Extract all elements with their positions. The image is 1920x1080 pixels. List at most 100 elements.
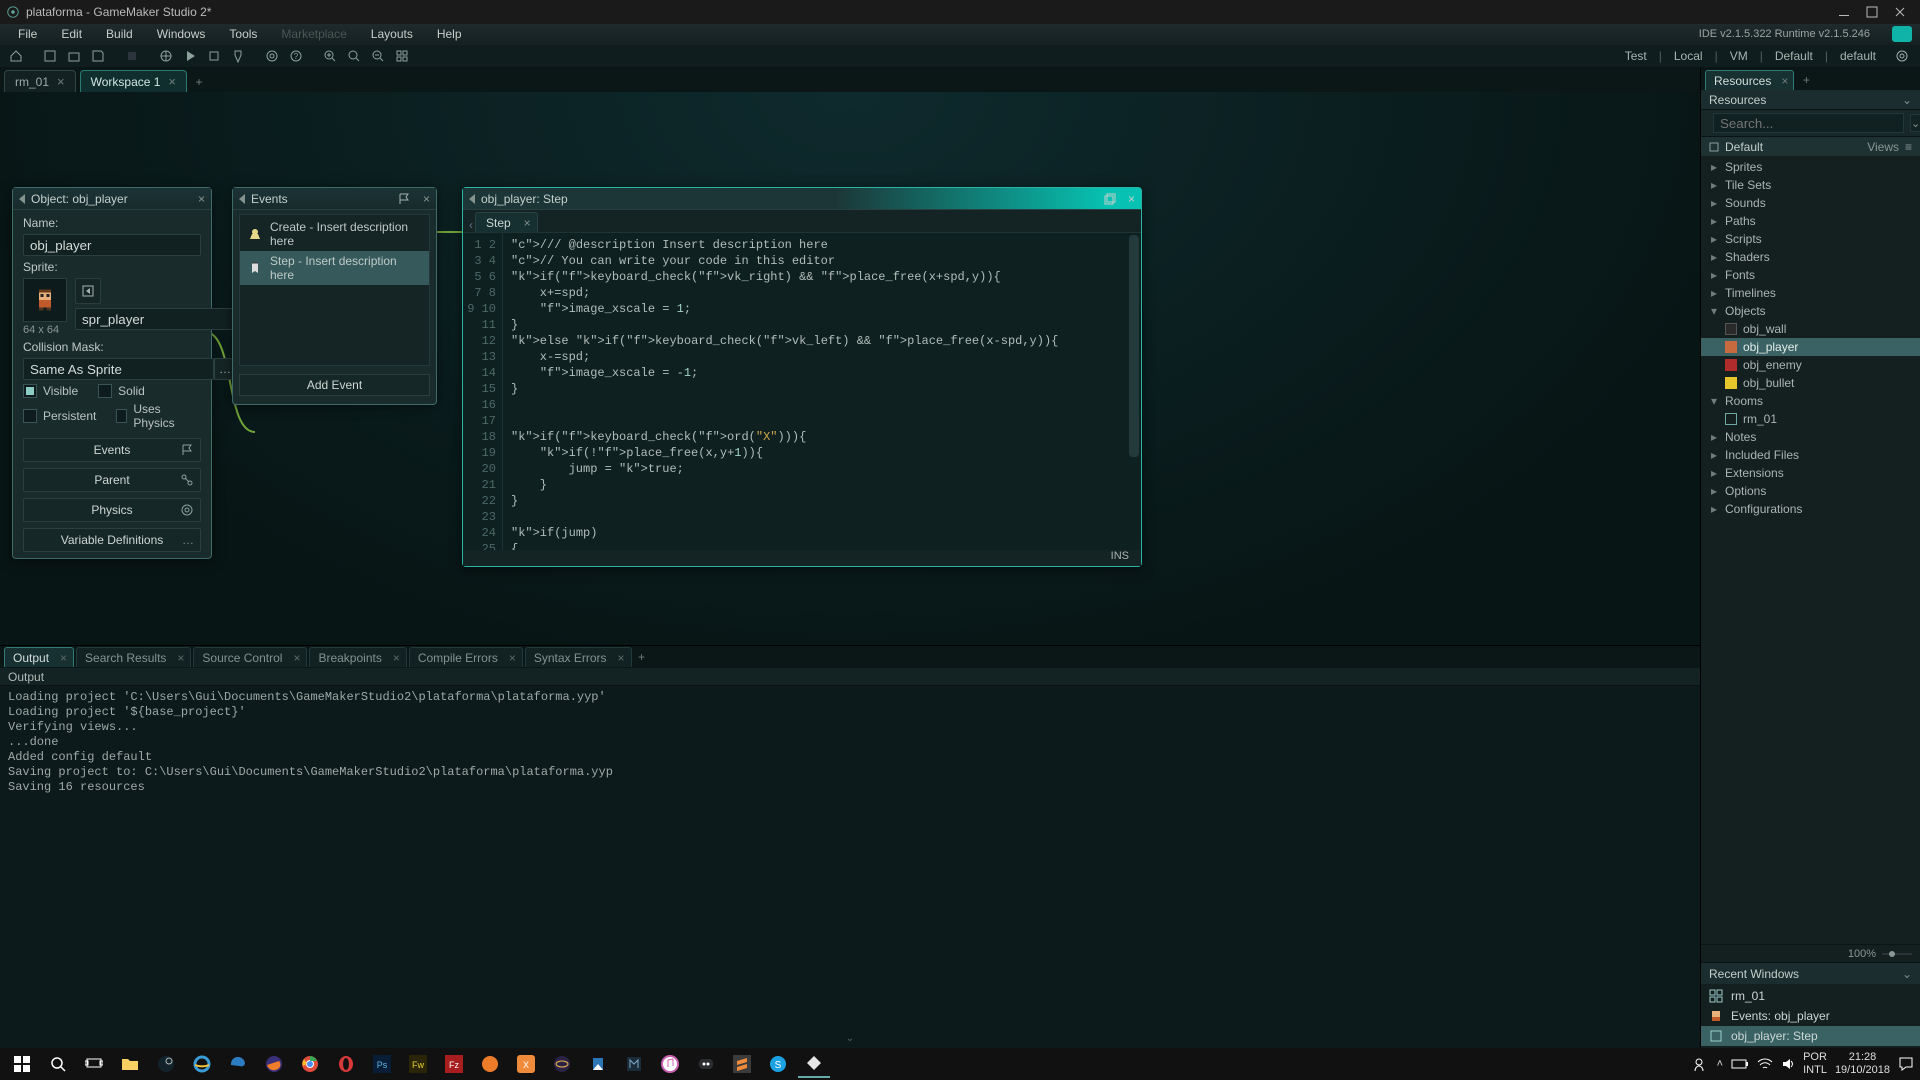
taskview-icon[interactable] <box>78 1050 110 1078</box>
menu-edit[interactable]: Edit <box>51 25 92 43</box>
collapse-icon[interactable] <box>19 194 25 204</box>
resources-search-input[interactable] <box>1713 113 1904 133</box>
help-icon[interactable]: ? <box>286 46 306 66</box>
close-button[interactable] <box>1886 2 1914 22</box>
tray-chevron-icon[interactable]: ˄ <box>1717 1058 1723 1070</box>
close-tab-icon[interactable]: × <box>618 651 625 665</box>
workspace-tab[interactable]: rm_01× <box>4 70 76 92</box>
variable-definitions-button[interactable]: Variable Definitions… <box>23 528 201 552</box>
target-test[interactable]: Test <box>1621 49 1651 63</box>
tree-item-rm_01[interactable]: rm_01 <box>1701 410 1920 428</box>
output-tab-output[interactable]: Output× <box>4 647 74 667</box>
close-tab-icon[interactable]: × <box>57 74 65 89</box>
object-editor-panel[interactable]: Object: obj_player× Name: Sprite: 64 x 6… <box>12 187 212 559</box>
add-output-tab-icon[interactable]: + <box>634 649 650 665</box>
firefox-icon[interactable] <box>258 1050 290 1078</box>
chevron-down-icon[interactable]: ▾ <box>1709 394 1719 408</box>
recent-item[interactable]: rm_01 <box>1701 986 1920 1006</box>
checkbox-solid[interactable]: Solid <box>98 384 145 398</box>
opera-icon[interactable] <box>330 1050 362 1078</box>
tree-folder-paths[interactable]: ▸Paths <box>1701 212 1920 230</box>
close-tab-icon[interactable]: × <box>177 651 184 665</box>
tree-folder-rooms[interactable]: ▾Rooms <box>1701 392 1920 410</box>
chevron-right-icon[interactable]: ▸ <box>1709 268 1719 282</box>
collapse-icon[interactable] <box>239 194 245 204</box>
recent-windows-header[interactable]: Recent Windows⌄ <box>1701 962 1920 984</box>
menu-help[interactable]: Help <box>427 25 472 43</box>
minimize-button[interactable] <box>1830 2 1858 22</box>
resources-zoom-bar[interactable]: 100% <box>1701 944 1920 962</box>
restore-icon[interactable] <box>1104 193 1116 205</box>
chevron-down-icon[interactable]: ▾ <box>1709 304 1719 318</box>
fireworks-icon[interactable]: Fw <box>402 1050 434 1078</box>
menu-windows[interactable]: Windows <box>147 25 216 43</box>
event-item[interactable]: Create - Insert description here <box>240 217 429 251</box>
tree-folder-extensions[interactable]: ▸Extensions <box>1701 464 1920 482</box>
run-icon[interactable] <box>180 46 200 66</box>
chevron-right-icon[interactable]: ▸ <box>1709 286 1719 300</box>
tree-folder-tile-sets[interactable]: ▸Tile Sets <box>1701 176 1920 194</box>
tree-item-obj_player[interactable]: obj_player <box>1701 338 1920 356</box>
workspace-tab[interactable]: Workspace 1× <box>80 70 187 92</box>
tree-item-obj_wall[interactable]: obj_wall <box>1701 320 1920 338</box>
close-tab-icon[interactable]: × <box>60 651 67 665</box>
event-item[interactable]: Step - Insert description here <box>240 251 429 285</box>
wifi-icon[interactable] <box>1757 1058 1773 1070</box>
tree-folder-scripts[interactable]: ▸Scripts <box>1701 230 1920 248</box>
parent-button[interactable]: Parent <box>23 468 201 492</box>
close-tab-icon[interactable]: × <box>524 216 531 230</box>
checkbox-visible[interactable]: Visible <box>23 384 78 398</box>
chevron-right-icon[interactable]: ▸ <box>1709 502 1719 516</box>
resources-tab[interactable]: Resources× <box>1705 70 1794 90</box>
tree-folder-timelines[interactable]: ▸Timelines <box>1701 284 1920 302</box>
resources-header[interactable]: Resources⌄ <box>1701 90 1920 110</box>
taskbar-locale[interactable]: PORINTL <box>1803 1051 1827 1077</box>
close-icon[interactable]: × <box>198 192 205 206</box>
menu-layouts[interactable]: Layouts <box>361 25 423 43</box>
close-tab-icon[interactable]: × <box>509 651 516 665</box>
sublime-icon[interactable] <box>726 1050 758 1078</box>
sprite-swap-icon[interactable] <box>75 278 101 304</box>
mask-combo[interactable] <box>23 358 214 380</box>
close-icon[interactable]: × <box>423 192 430 206</box>
tree-item-obj_enemy[interactable]: obj_enemy <box>1701 356 1920 374</box>
search-dropdown-icon[interactable]: ⌄ <box>1910 114 1920 132</box>
resources-section-header[interactable]: Default Views ≡ <box>1701 136 1920 156</box>
build-icon[interactable] <box>122 46 142 66</box>
zoom-reset-icon[interactable] <box>344 46 364 66</box>
photoshop-icon[interactable]: Ps <box>366 1050 398 1078</box>
target-default[interactable]: default <box>1836 49 1880 63</box>
physics-button[interactable]: Physics <box>23 498 201 522</box>
zoom-slider[interactable] <box>1882 951 1912 957</box>
target-local[interactable]: Local <box>1670 49 1707 63</box>
add-workspace-icon[interactable]: + <box>191 74 207 90</box>
app-dark-icon[interactable] <box>618 1050 650 1078</box>
open-project-icon[interactable] <box>64 46 84 66</box>
maximize-button[interactable] <box>1858 2 1886 22</box>
code-editor-panel[interactable]: obj_player: Step × ‹ Step× 1 2 3 4 5 6 7… <box>462 187 1142 567</box>
app-orange-icon[interactable] <box>474 1050 506 1078</box>
output-tab-breakpoints[interactable]: Breakpoints× <box>309 647 406 667</box>
chevron-right-icon[interactable]: ▸ <box>1709 214 1719 228</box>
zoom-out-icon[interactable] <box>368 46 388 66</box>
events-panel[interactable]: Events × Create - Insert description her… <box>232 187 437 405</box>
layout-icon[interactable] <box>392 46 412 66</box>
close-tab-icon[interactable]: × <box>393 651 400 665</box>
steam-icon[interactable] <box>150 1050 182 1078</box>
event-list[interactable]: Create - Insert description hereStep - I… <box>239 214 430 366</box>
chrome-icon[interactable] <box>294 1050 326 1078</box>
tree-folder-options[interactable]: ▸Options <box>1701 482 1920 500</box>
sprite-preview[interactable] <box>23 278 67 322</box>
tree-folder-fonts[interactable]: ▸Fonts <box>1701 266 1920 284</box>
close-tab-icon[interactable]: × <box>293 651 300 665</box>
tree-item-obj_bullet[interactable]: obj_bullet <box>1701 374 1920 392</box>
filezilla-icon[interactable]: Fz <box>438 1050 470 1078</box>
taskbar-clock[interactable]: 21:2819/10/2018 <box>1835 1051 1890 1077</box>
tree-folder-sprites[interactable]: ▸Sprites <box>1701 158 1920 176</box>
chevron-right-icon[interactable]: ▸ <box>1709 448 1719 462</box>
close-icon[interactable]: × <box>1128 192 1135 206</box>
checkbox-uses-physics[interactable]: Uses Physics <box>116 402 187 430</box>
chevron-right-icon[interactable]: ▸ <box>1709 430 1719 444</box>
chevron-right-icon[interactable]: ▸ <box>1709 160 1719 174</box>
chevron-right-icon[interactable]: ▸ <box>1709 178 1719 192</box>
